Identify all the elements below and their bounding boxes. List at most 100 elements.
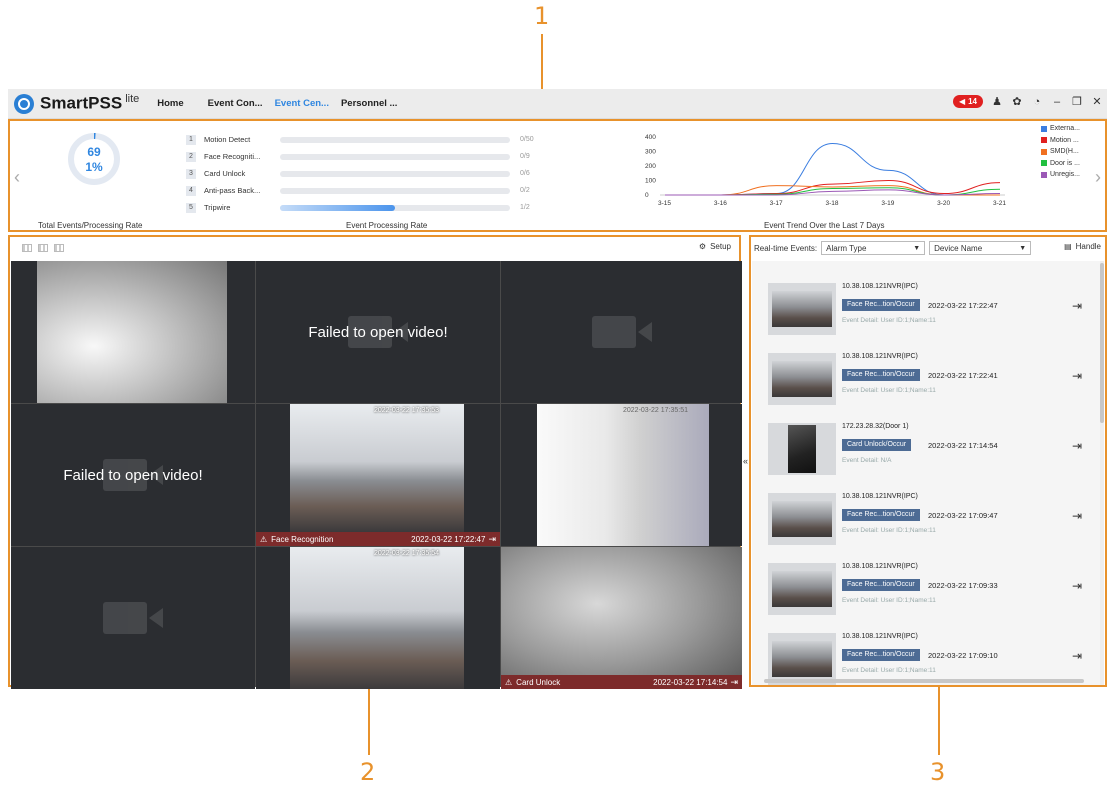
scrollbar-thumb[interactable] bbox=[1100, 263, 1104, 423]
processing-bar bbox=[280, 204, 510, 211]
tab-personnel[interactable]: Personnel ... bbox=[341, 98, 398, 109]
legend-swatch bbox=[1041, 125, 1047, 132]
realtime-event-list: 10.38.108.121NVR(IPC) Face Rec...tion/Occ… bbox=[752, 261, 1102, 685]
event-thumbnail[interactable] bbox=[768, 353, 836, 405]
legend-item[interactable]: Door is ... bbox=[1041, 158, 1080, 170]
video-error: Failed to open video! bbox=[63, 466, 203, 484]
alarm-type-value: Alarm Type bbox=[826, 243, 867, 253]
event-item[interactable]: 172.23.28.32(Door 1) Card Unlock/Occur 202… bbox=[752, 409, 1098, 475]
handle-label: Handle bbox=[1075, 242, 1101, 251]
series-line bbox=[665, 179, 1001, 196]
video-cell[interactable] bbox=[11, 261, 255, 403]
minimize-icon[interactable]: – bbox=[1051, 96, 1063, 108]
video-cell[interactable]: Failed to open video! bbox=[256, 261, 500, 403]
app-name: SmartPSS lite bbox=[40, 93, 140, 113]
processing-row: 1 Motion Detect 0/50 bbox=[186, 131, 536, 148]
device-name-select[interactable]: Device Name ▼ bbox=[929, 241, 1032, 255]
alarm-badge[interactable]: ◀ 14 bbox=[952, 95, 983, 108]
event-snapshot bbox=[772, 291, 832, 327]
callout-3-line bbox=[938, 687, 940, 755]
export-icon[interactable]: ⇥ bbox=[1072, 579, 1082, 593]
layout-4-icon[interactable] bbox=[38, 244, 48, 252]
video-cell[interactable]: 2022-03-22 17:35:51 bbox=[501, 404, 742, 546]
event-item[interactable]: 10.38.108.121NVR(IPC) Face Rec...tion/Occ… bbox=[752, 549, 1098, 615]
event-item[interactable]: 10.38.108.121NVR(IPC) Face Rec...tion/Occ… bbox=[752, 619, 1098, 685]
y-tick-label: 0 bbox=[645, 192, 649, 199]
export-icon[interactable]: ⇥ bbox=[1072, 439, 1082, 453]
video-cell[interactable]: 2022-03-22 17:35:53 ⚠ Face Recognition 2… bbox=[256, 404, 500, 546]
export-icon[interactable]: ⇥ bbox=[730, 677, 738, 688]
event-time: 2022-03-22 17:09:33 bbox=[928, 581, 998, 590]
user-icon[interactable]: ♟ bbox=[991, 95, 1003, 108]
event-thumbnail[interactable] bbox=[768, 563, 836, 615]
legend-item[interactable]: Unregis... bbox=[1041, 169, 1080, 181]
export-icon[interactable]: ⇥ bbox=[1072, 509, 1082, 523]
video-cell[interactable]: Failed to open video! bbox=[11, 404, 255, 546]
event-time: 2022-03-22 17:22:47 bbox=[928, 301, 998, 310]
setup-label: Setup bbox=[710, 242, 731, 251]
layout-9-icon[interactable] bbox=[54, 244, 64, 252]
close-icon[interactable]: ✕ bbox=[1091, 95, 1103, 108]
video-cell[interactable] bbox=[11, 547, 255, 689]
event-time: 2022-03-22 17:09:47 bbox=[928, 511, 998, 520]
video-feed bbox=[290, 547, 464, 689]
event-snapshot bbox=[772, 361, 832, 397]
next-arrow-icon[interactable]: › bbox=[1095, 167, 1101, 188]
legend-item[interactable]: Motion ... bbox=[1041, 135, 1080, 147]
total-events-value: 69 bbox=[87, 145, 101, 159]
processing-row: 3 Card Unlock 0/6 bbox=[186, 165, 536, 182]
event-trend-chart: 400 300 200 100 0 3-15 3-16 3-17 3-18 3-19 3-20 3-2… bbox=[645, 134, 1006, 207]
callout-1: 1 bbox=[534, 2, 550, 30]
event-item[interactable]: 10.38.108.121NVR(IPC) Face Rec...tion/Occ… bbox=[752, 479, 1098, 545]
event-thumbnail[interactable] bbox=[768, 633, 836, 685]
handle-icon: ▤ bbox=[1064, 242, 1072, 251]
video-grid: Failed to open video! Failed to open vid… bbox=[11, 261, 742, 689]
processing-count: 1/2 bbox=[520, 204, 530, 211]
vertical-scrollbar[interactable] bbox=[1100, 261, 1104, 685]
processing-bar bbox=[280, 153, 510, 160]
setup-button[interactable]: ⚙ Setup bbox=[699, 242, 731, 251]
alarm-count: 14 bbox=[968, 97, 977, 106]
rank-badge: 1 bbox=[186, 134, 196, 145]
trend-title: Event Trend Over the Last 7 Days bbox=[764, 221, 885, 230]
event-thumbnail[interactable] bbox=[768, 283, 836, 335]
event-thumbnail[interactable] bbox=[768, 423, 836, 475]
event-thumbnail[interactable] bbox=[768, 493, 836, 545]
tab-event-center[interactable]: Event Cen... bbox=[275, 98, 329, 109]
warning-icon: ⚠ bbox=[505, 677, 513, 687]
realtime-header: Real-time Events: Alarm Type ▼ Device Na… bbox=[751, 237, 1105, 259]
event-item[interactable]: 10.38.108.121NVR(IPC) Face Rec...tion/Occ… bbox=[752, 269, 1098, 335]
collapse-panel-icon[interactable]: « bbox=[743, 456, 748, 466]
event-time: 2022-03-22 17:14:54 bbox=[928, 441, 998, 450]
video-cell[interactable]: 2022-03-22 17:35:54 bbox=[256, 547, 500, 689]
layout-1-icon[interactable] bbox=[22, 244, 32, 252]
export-icon[interactable]: ⇥ bbox=[1072, 369, 1082, 383]
export-icon[interactable]: ⇥ bbox=[1072, 649, 1082, 663]
prev-arrow-icon[interactable]: ‹ bbox=[14, 167, 20, 188]
legend-item[interactable]: Externa... bbox=[1041, 123, 1080, 135]
export-icon[interactable]: ⇥ bbox=[1072, 299, 1082, 313]
horizontal-scrollbar[interactable] bbox=[764, 679, 1084, 683]
alarm-type-select[interactable]: Alarm Type ▼ bbox=[821, 241, 926, 255]
legend-label: Door is ... bbox=[1050, 159, 1080, 167]
tab-event-config[interactable]: Event Con... bbox=[208, 98, 263, 109]
legend-swatch bbox=[1041, 148, 1047, 155]
export-icon[interactable]: ⇥ bbox=[488, 534, 496, 545]
video-timestamp: 2022-03-22 17:35:54 bbox=[374, 550, 439, 557]
gear-icon[interactable]: ✿ bbox=[1011, 95, 1023, 108]
event-source: 10.38.108.121NVR(IPC) bbox=[842, 353, 918, 360]
event-time: 2022-03-22 17:22:47 bbox=[411, 534, 486, 544]
video-cell[interactable] bbox=[501, 261, 742, 403]
performance-icon[interactable]: ◔ bbox=[1031, 96, 1043, 108]
handle-button[interactable]: ▤ Handle bbox=[1064, 242, 1101, 251]
rank-badge: 2 bbox=[186, 151, 196, 162]
legend-item[interactable]: SMD(H... bbox=[1041, 146, 1080, 158]
restore-icon[interactable]: ❐ bbox=[1071, 95, 1083, 108]
rank-badge: 3 bbox=[186, 168, 196, 179]
event-snapshot bbox=[772, 501, 832, 537]
legend-swatch bbox=[1041, 137, 1047, 144]
tab-home[interactable]: Home bbox=[157, 98, 183, 109]
realtime-label: Real-time Events: bbox=[754, 243, 818, 253]
event-item[interactable]: 10.38.108.121NVR(IPC) Face Rec...tion/Occ… bbox=[752, 339, 1098, 405]
video-cell[interactable]: ⚠ Card Unlock 2022-03-22 17:14:54 ⇥ bbox=[501, 547, 742, 689]
